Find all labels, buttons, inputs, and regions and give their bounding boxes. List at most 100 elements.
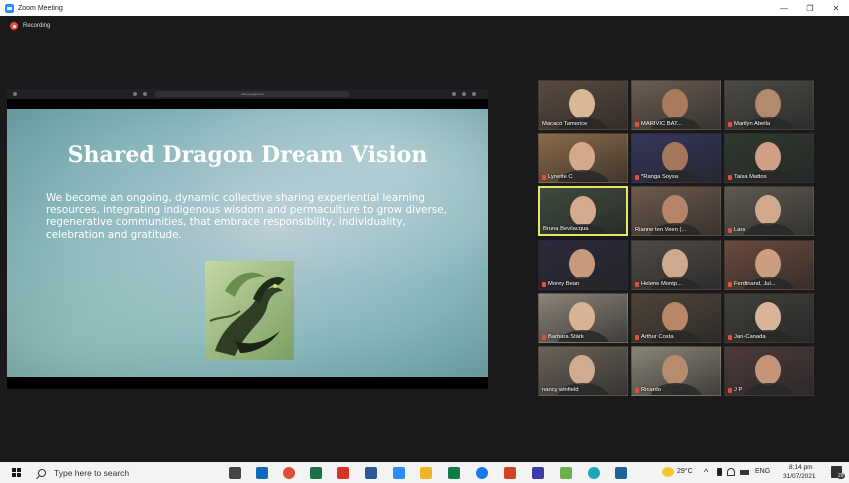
- window-title: Zoom Meeting: [18, 4, 63, 12]
- title-bar: Zoom Meeting — ❐ ✕: [0, 0, 849, 16]
- participant-name: Jan-Canada: [734, 334, 766, 340]
- participant-video: [755, 142, 781, 172]
- photos-icon[interactable]: [615, 467, 627, 479]
- participant-tile[interactable]: Rianne ten Veen (...: [631, 186, 721, 236]
- browser-url: docs.google.com: [155, 91, 350, 97]
- weather-temp[interactable]: 29°C: [677, 468, 693, 475]
- participant-tile[interactable]: Morey Bean: [538, 240, 628, 290]
- excel-icon[interactable]: [310, 467, 322, 479]
- participant-name: J P: [734, 387, 743, 393]
- browser-reload-icon: [143, 92, 147, 96]
- participant-name-tag: MARIVIC BAT...: [635, 121, 682, 127]
- participant-tile[interactable]: nancy winfield: [538, 346, 628, 396]
- mic-muted-icon: [728, 121, 732, 127]
- participant-tile[interactable]: Arthur Costa: [631, 293, 721, 343]
- acrobat-icon[interactable]: [337, 467, 349, 479]
- participant-tile[interactable]: Barbara Stärk: [538, 293, 628, 343]
- participant-name-tag: Morey Bean: [542, 281, 579, 287]
- powerpoint-icon[interactable]: [504, 467, 516, 479]
- task-view-icon[interactable]: [229, 467, 241, 479]
- participant-video: [570, 196, 596, 226]
- participant-name-tag: nancy winfield: [542, 387, 578, 393]
- participant-tile[interactable]: Ferdinand, Jul...: [724, 240, 814, 290]
- participant-name-tag: Lars: [728, 227, 745, 233]
- participant-tile[interactable]: Macaco Tamerice: [538, 80, 628, 130]
- participant-tile[interactable]: Lars: [724, 186, 814, 236]
- word-icon[interactable]: [365, 467, 377, 479]
- participant-tile[interactable]: Taisa Mattos: [724, 133, 814, 183]
- clock-time[interactable]: 8:14 pm: [789, 464, 813, 471]
- participant-name-tag: Barbara Stärk: [542, 334, 584, 340]
- participant-name-tag: Lynette C: [542, 174, 573, 180]
- participant-body: [743, 223, 795, 235]
- participant-name: Helene Montp...: [641, 281, 682, 287]
- windows-taskbar: Type here to search 29°C ^ ENG 8:14 pm 3…: [0, 462, 849, 483]
- minimize-button[interactable]: —: [771, 0, 797, 16]
- chrome-icon[interactable]: [283, 467, 295, 479]
- mail-icon[interactable]: [256, 467, 268, 479]
- presentation-slide: Shared Dragon Dream Vision We become an …: [7, 109, 488, 377]
- edge-icon[interactable]: [588, 467, 600, 479]
- mic-muted-icon: [635, 334, 639, 340]
- participant-tile[interactable]: Lynette C: [538, 133, 628, 183]
- browser-back-icon: [133, 92, 137, 96]
- participant-name: Rianne ten Veen (...: [635, 227, 687, 233]
- clock-date[interactable]: 31/07/2021: [783, 473, 816, 480]
- weather-icon[interactable]: [662, 467, 674, 477]
- participant-video: [662, 142, 688, 172]
- facebook-icon[interactable]: [476, 467, 488, 479]
- participant-name: Ferdinand, Jul...: [734, 281, 776, 287]
- participant-name-tag: Rianne ten Veen (...: [635, 227, 686, 233]
- participant-tile[interactable]: Helene Montp...: [631, 240, 721, 290]
- language-indicator[interactable]: ENG: [755, 468, 770, 475]
- mic-muted-icon: [728, 334, 732, 340]
- wifi-icon[interactable]: [727, 468, 735, 476]
- participant-tile[interactable]: *Ranga Soysa: [631, 133, 721, 183]
- mic-muted-icon: [635, 174, 639, 180]
- system-tray: 29°C ^ ENG 8:14 pm 31/07/2021 29: [659, 462, 849, 483]
- participant-body: [743, 383, 795, 395]
- recording-icon: [10, 22, 18, 30]
- file-explorer-icon[interactable]: [420, 467, 432, 479]
- participant-name-tag: Ricardo: [635, 387, 661, 393]
- participant-tile[interactable]: Ricardo: [631, 346, 721, 396]
- participant-tile[interactable]: Bruna Bevilacqua: [538, 186, 628, 236]
- battery-icon[interactable]: [740, 470, 749, 475]
- participant-name-tag: Taisa Mattos: [728, 174, 767, 180]
- browser-menu-icon: [452, 92, 456, 96]
- participant-video: [662, 89, 688, 119]
- browser-sidebar-icon: [13, 92, 17, 96]
- mic-icon[interactable]: [717, 468, 722, 476]
- participant-tile[interactable]: Marilyn Abella: [724, 80, 814, 130]
- mic-muted-icon: [728, 281, 732, 287]
- publisher-icon[interactable]: [448, 467, 460, 479]
- taskbar-search[interactable]: Type here to search: [34, 462, 214, 483]
- participant-name-tag: J P: [728, 387, 742, 393]
- participant-name: nancy winfield: [542, 387, 579, 393]
- windows-start-button[interactable]: [12, 468, 21, 477]
- close-button[interactable]: ✕: [823, 0, 849, 16]
- mic-muted-icon: [728, 174, 732, 180]
- recording-indicator[interactable]: Recording: [10, 22, 50, 30]
- participant-name: Lars: [734, 227, 746, 233]
- browser-add-icon: [472, 92, 476, 96]
- participant-video: [662, 302, 688, 332]
- mic-muted-icon: [728, 387, 732, 393]
- participant-name-tag: Arthur Costa: [635, 334, 674, 340]
- chevron-up-icon[interactable]: ^: [704, 467, 708, 477]
- participant-video: [569, 302, 595, 332]
- participant-tile[interactable]: MARIVIC BAT...: [631, 80, 721, 130]
- search-placeholder: Type here to search: [54, 467, 130, 478]
- participant-tile[interactable]: Jan-Canada: [724, 293, 814, 343]
- participant-video: [662, 195, 688, 225]
- app-icon[interactable]: [560, 467, 572, 479]
- participant-name-tag: Marilyn Abella: [728, 121, 770, 127]
- restore-button[interactable]: ❐: [797, 0, 823, 16]
- participant-name-tag: Bruna Bevilacqua: [543, 226, 588, 232]
- sway-icon[interactable]: [532, 467, 544, 479]
- mic-muted-icon: [542, 281, 546, 287]
- zoom-icon[interactable]: [393, 467, 405, 479]
- participant-name-tag: Macaco Tamerice: [542, 121, 587, 127]
- window-controls: — ❐ ✕: [771, 0, 849, 16]
- participant-tile[interactable]: J P: [724, 346, 814, 396]
